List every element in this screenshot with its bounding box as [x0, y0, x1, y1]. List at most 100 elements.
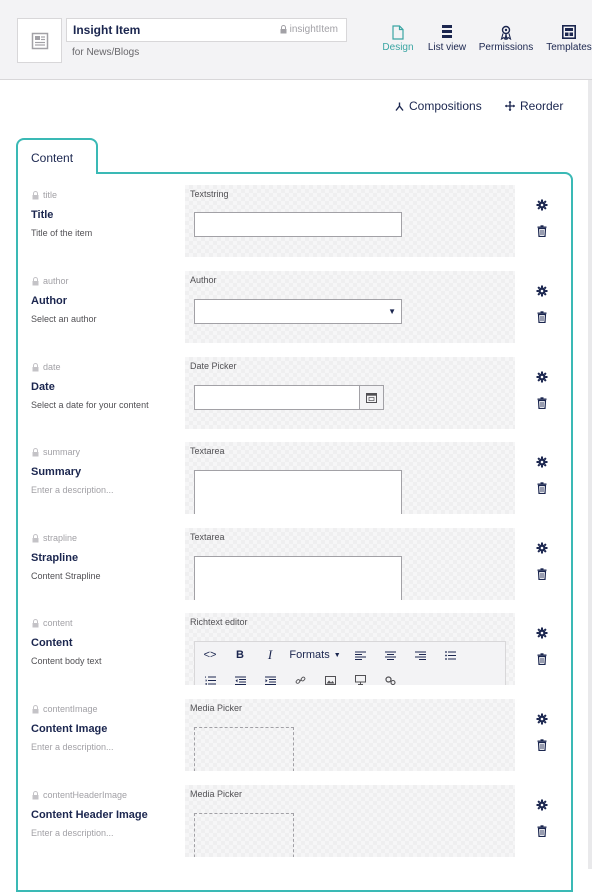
permissions-icon: [500, 25, 512, 40]
property-editor-preview[interactable]: Richtext editor <> B I Formats ▼: [185, 613, 515, 685]
property-settings-area[interactable]: strapline Strapline Content Strapline: [20, 528, 180, 600]
document-type-description[interactable]: for News/Blogs: [72, 47, 139, 58]
property-row-content: content Content Content body text Richte…: [20, 613, 515, 685]
settings-button[interactable]: [532, 623, 552, 643]
property-editor-preview[interactable]: Author ▼: [185, 271, 515, 343]
bold-icon: B: [236, 649, 244, 661]
delete-button[interactable]: [532, 564, 552, 584]
property-label: Title: [31, 209, 54, 221]
tab-content-label: Content: [31, 151, 74, 165]
gear-icon: [536, 199, 548, 211]
date-input-preview: [194, 385, 360, 410]
trash-icon: [537, 397, 547, 409]
lock-icon: [32, 362, 39, 371]
property-editor-preview[interactable]: Textarea: [185, 528, 515, 600]
nav-permissions[interactable]: Permissions: [476, 24, 536, 53]
scrollbar[interactable]: [588, 80, 592, 869]
macro-icon: [375, 669, 405, 685]
property-settings-area[interactable]: contentImage Content Image Enter a descr…: [20, 699, 180, 771]
nav-templates-label: Templates: [546, 42, 592, 53]
property-row-summary: summary Summary Enter a description... T…: [20, 442, 515, 514]
property-editor-preview[interactable]: Date Picker: [185, 357, 515, 429]
formats-label: Formats: [289, 649, 330, 661]
reorder-label: Reorder: [520, 99, 564, 113]
textstring-preview: [194, 212, 402, 237]
document-type-header: Insight Item insightItem for News/Blogs …: [0, 0, 592, 80]
nav-permissions-label: Permissions: [478, 42, 534, 53]
alias-text: insightItem: [289, 24, 338, 35]
lock-icon: [32, 276, 39, 285]
embed-icon: [345, 669, 375, 685]
lock-icon: [32, 704, 39, 713]
code-icon: <>: [203, 649, 217, 661]
compositions-button[interactable]: Compositions: [395, 99, 482, 113]
delete-button[interactable]: [532, 735, 552, 755]
lock-icon: [280, 25, 287, 34]
property-alias: content: [32, 618, 73, 628]
delete-button[interactable]: [532, 478, 552, 498]
settings-button[interactable]: [532, 195, 552, 215]
property-label: Content Image: [31, 723, 108, 735]
image-icon: [315, 669, 345, 685]
align-center-icon: [375, 644, 405, 666]
property-label: Summary: [31, 466, 82, 478]
lock-icon: [32, 447, 39, 456]
gear-icon: [536, 456, 548, 468]
document-icon: [392, 24, 404, 40]
editor-name: Date Picker: [190, 361, 237, 371]
settings-button[interactable]: [532, 709, 552, 729]
property-settings-area[interactable]: summary Summary Enter a description...: [20, 442, 180, 514]
settings-button[interactable]: [532, 281, 552, 301]
nav-design-label: Design: [382, 42, 414, 53]
property-label: Author: [31, 295, 68, 307]
property-settings-area[interactable]: content Content Content body text: [20, 613, 180, 685]
delete-button[interactable]: [532, 393, 552, 413]
property-settings-area[interactable]: author Author Select an author: [20, 271, 180, 343]
property-actions-content: [532, 623, 552, 669]
property-alias: contentImage: [32, 704, 98, 714]
property-settings-area[interactable]: title Title Title of the item: [20, 185, 180, 257]
media-picker-preview: [194, 813, 294, 857]
settings-button[interactable]: [532, 367, 552, 387]
property-alias-text: content: [43, 618, 73, 628]
nav-templates[interactable]: Templates: [539, 24, 592, 53]
richtext-editor-preview: <> B I Formats ▼: [194, 641, 506, 685]
gear-icon: [536, 371, 548, 383]
nav-list-view[interactable]: List view: [417, 24, 477, 53]
alias-field[interactable]: insightItem: [280, 24, 338, 35]
dropdown-preview: ▼: [194, 299, 402, 324]
property-actions-content-header-image: [532, 795, 552, 841]
trash-icon: [537, 568, 547, 580]
settings-button[interactable]: [532, 538, 552, 558]
compositions-icon: [395, 102, 404, 111]
property-editor-preview[interactable]: Textarea: [185, 442, 515, 514]
document-type-icon-picker[interactable]: [17, 18, 62, 63]
numbered-list-icon: [195, 669, 225, 685]
reorder-button[interactable]: Reorder: [505, 99, 563, 113]
tab-content[interactable]: Content: [16, 138, 98, 174]
property-editor-preview[interactable]: Media Picker: [185, 699, 515, 771]
property-label: Content: [31, 637, 73, 649]
property-editor-preview[interactable]: Textstring: [185, 185, 515, 257]
indent-icon: [255, 669, 285, 685]
calendar-button-preview: [359, 385, 384, 410]
settings-button[interactable]: [532, 452, 552, 472]
property-settings-area[interactable]: contentHeaderImage Content Header Image …: [20, 785, 180, 857]
gear-icon: [536, 713, 548, 725]
trash-icon: [537, 825, 547, 837]
italic-icon: I: [267, 647, 273, 662]
property-actions-strapline: [532, 538, 552, 584]
property-label: Strapline: [31, 552, 79, 564]
textarea-preview: [194, 556, 402, 600]
delete-button[interactable]: [532, 649, 552, 669]
property-editor-preview[interactable]: Media Picker: [185, 785, 515, 857]
settings-button[interactable]: [532, 795, 552, 815]
delete-button[interactable]: [532, 821, 552, 841]
document-type-name-input[interactable]: Insight Item insightItem: [66, 18, 347, 42]
editor-name: Media Picker: [190, 703, 243, 713]
delete-button[interactable]: [532, 221, 552, 241]
property-settings-area[interactable]: date Date Select a date for your content: [20, 357, 180, 429]
property-alias-text: author: [43, 276, 69, 286]
link-icon: [285, 669, 315, 685]
delete-button[interactable]: [532, 307, 552, 327]
